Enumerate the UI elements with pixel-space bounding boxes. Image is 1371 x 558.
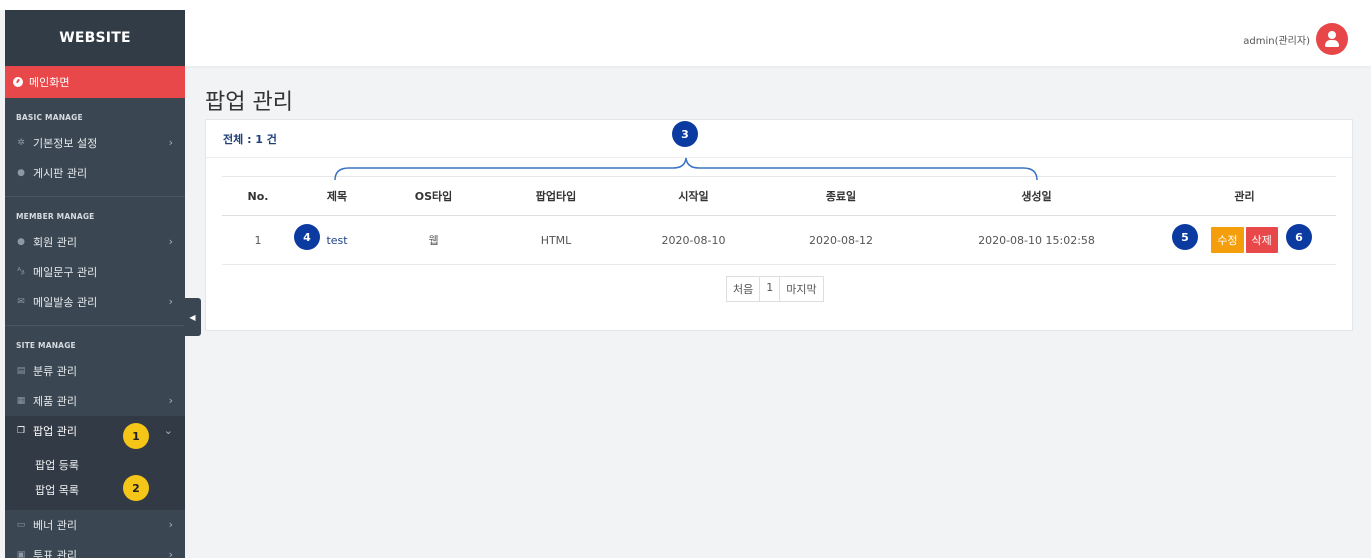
- top-header: admin(관리자): [185, 10, 1371, 66]
- sidebar-subitem-popup-register[interactable]: 팝업 등록: [5, 452, 185, 477]
- column-header: 제목: [294, 176, 380, 216]
- user-name[interactable]: admin(관리자): [1243, 32, 1310, 47]
- cell-no: 1: [222, 215, 294, 265]
- cell-created: 2020-08-10 15:02:58: [920, 215, 1153, 265]
- section-title-basic: BASIC MANAGE: [16, 113, 83, 122]
- sidebar-item-home[interactable]: 메인화면: [5, 66, 185, 98]
- section-title-site: SITE MANAGE: [16, 341, 76, 350]
- chevron-right-icon: ›: [168, 548, 173, 558]
- chat-icon: ●: [17, 168, 25, 178]
- table-header-row: No. 제목 OS타입 팝업타입 시작일 종료일 생성일 관리: [222, 176, 1336, 216]
- sidebar-item-label: 팝업 관리: [33, 425, 77, 438]
- sidebar-item-banner[interactable]: ▭ 베너 관리 ›: [5, 510, 185, 540]
- chevron-right-icon: ›: [168, 394, 173, 407]
- brand-logo[interactable]: WEBSITE: [5, 10, 185, 66]
- user-icon-body: [1325, 40, 1339, 47]
- sidebar-item-category[interactable]: ▤ 분류 관리: [5, 356, 185, 386]
- table-row: 1 test 웹 HTML 2020-08-10 2020-08-12 2020…: [222, 215, 1336, 265]
- column-header: 시작일: [625, 176, 762, 216]
- pager-last[interactable]: 마지막: [780, 277, 822, 301]
- dashboard-icon: [13, 77, 23, 87]
- sidebar-subitem-popup-list[interactable]: 팝업 목록: [5, 477, 185, 502]
- popup-submenu: 팝업 등록 팝업 목록: [5, 446, 185, 510]
- box-icon: ▦: [16, 396, 26, 406]
- cell-type: HTML: [487, 215, 625, 265]
- sidebar-item-label: 기본정보 설정: [33, 137, 98, 150]
- page-title: 팝업 관리: [205, 90, 293, 115]
- delete-button[interactable]: 삭제: [1245, 227, 1278, 253]
- marker-6: 6: [1286, 224, 1312, 250]
- cell-os: 웹: [380, 215, 487, 265]
- marker-4: 4: [294, 224, 320, 250]
- sidebar-item-label: 메일문구 관리: [33, 266, 98, 279]
- sidebar-item-board[interactable]: ● 게시판 관리: [5, 158, 185, 188]
- sidebar-item-label: 투표 관리: [33, 549, 77, 558]
- sidebar: WEBSITE 메인화면 BASIC MANAGE ✲ 기본정보 설정 › ● …: [5, 10, 185, 558]
- chevron-right-icon: ›: [168, 235, 173, 248]
- sidebar-item-vote[interactable]: ▣ 투표 관리 ›: [5, 540, 185, 558]
- column-header: 종료일: [762, 176, 920, 216]
- sidebar-item-mail-text[interactable]: ᴬᵦ 메일문구 관리: [5, 257, 185, 287]
- sidebar-collapse-toggle[interactable]: ◀: [184, 298, 201, 336]
- sidebar-item-label: 제품 관리: [33, 395, 77, 408]
- pager-first[interactable]: 처음: [727, 277, 761, 301]
- sidebar-item-label: 분류 관리: [33, 365, 77, 378]
- list-icon: ▤: [16, 366, 26, 376]
- cell-start: 2020-08-10: [625, 215, 762, 265]
- column-header: No.: [222, 176, 294, 216]
- marker-2: 2: [123, 475, 149, 501]
- top-strip: [0, 0, 1371, 10]
- column-header: OS타입: [380, 176, 487, 216]
- sidebar-item-mail-send[interactable]: ✉ 메일발송 관리 ›: [5, 287, 185, 317]
- sidebar-item-label: 베너 관리: [33, 519, 77, 532]
- vote-icon: ▣: [16, 550, 26, 558]
- chevron-right-icon: ›: [168, 136, 173, 149]
- banner-icon: ▭: [16, 520, 26, 530]
- chevron-right-icon: ›: [168, 295, 173, 308]
- sidebar-item-label: 회원 관리: [33, 236, 77, 249]
- sidebar-item-label: 게시판 관리: [33, 167, 88, 180]
- user-icon: ●: [17, 237, 25, 247]
- section-title-member: MEMBER MANAGE: [16, 212, 95, 221]
- sidebar-item-basic-info[interactable]: ✲ 기본정보 설정 ›: [5, 128, 185, 158]
- sidebar-item-members[interactable]: ● 회원 관리 ›: [5, 227, 185, 257]
- sidebar-item-popup[interactable]: ❐ 팝업 관리 ⌄: [5, 416, 185, 446]
- envelope-icon: ✉: [17, 297, 25, 307]
- chevron-right-icon: ›: [168, 518, 173, 531]
- column-header: 팝업타입: [487, 176, 625, 216]
- columns-bracket: [334, 157, 1038, 181]
- gear-icon: ✲: [17, 138, 25, 148]
- sidebar-item-label: 메인화면: [29, 76, 70, 89]
- sidebar-item-products[interactable]: ▦ 제품 관리 ›: [5, 386, 185, 416]
- popup-table: No. 제목 OS타입 팝업타입 시작일 종료일 생성일 관리 1 test 웹…: [222, 176, 1336, 265]
- avatar[interactable]: [1316, 23, 1348, 55]
- marker-5: 5: [1172, 224, 1198, 250]
- marker-1: 1: [123, 423, 149, 449]
- edit-button[interactable]: 수정: [1211, 227, 1244, 253]
- sidebar-item-label: 메일발송 관리: [33, 296, 98, 309]
- spellcheck-icon: ᴬᵦ: [17, 267, 25, 277]
- user-icon: [1328, 31, 1336, 39]
- pager-page[interactable]: 1: [760, 277, 781, 301]
- popup-title-link[interactable]: test: [326, 234, 347, 247]
- marker-3: 3: [672, 121, 698, 147]
- pagination: 처음 1 마지막: [726, 276, 824, 302]
- cell-end: 2020-08-12: [762, 215, 920, 265]
- window-icon: ❐: [16, 426, 26, 436]
- chevron-down-icon: ⌄: [163, 424, 173, 437]
- column-header: 생성일: [920, 176, 1153, 216]
- caret-left-icon: ◀: [189, 312, 196, 322]
- column-header: 관리: [1153, 176, 1336, 216]
